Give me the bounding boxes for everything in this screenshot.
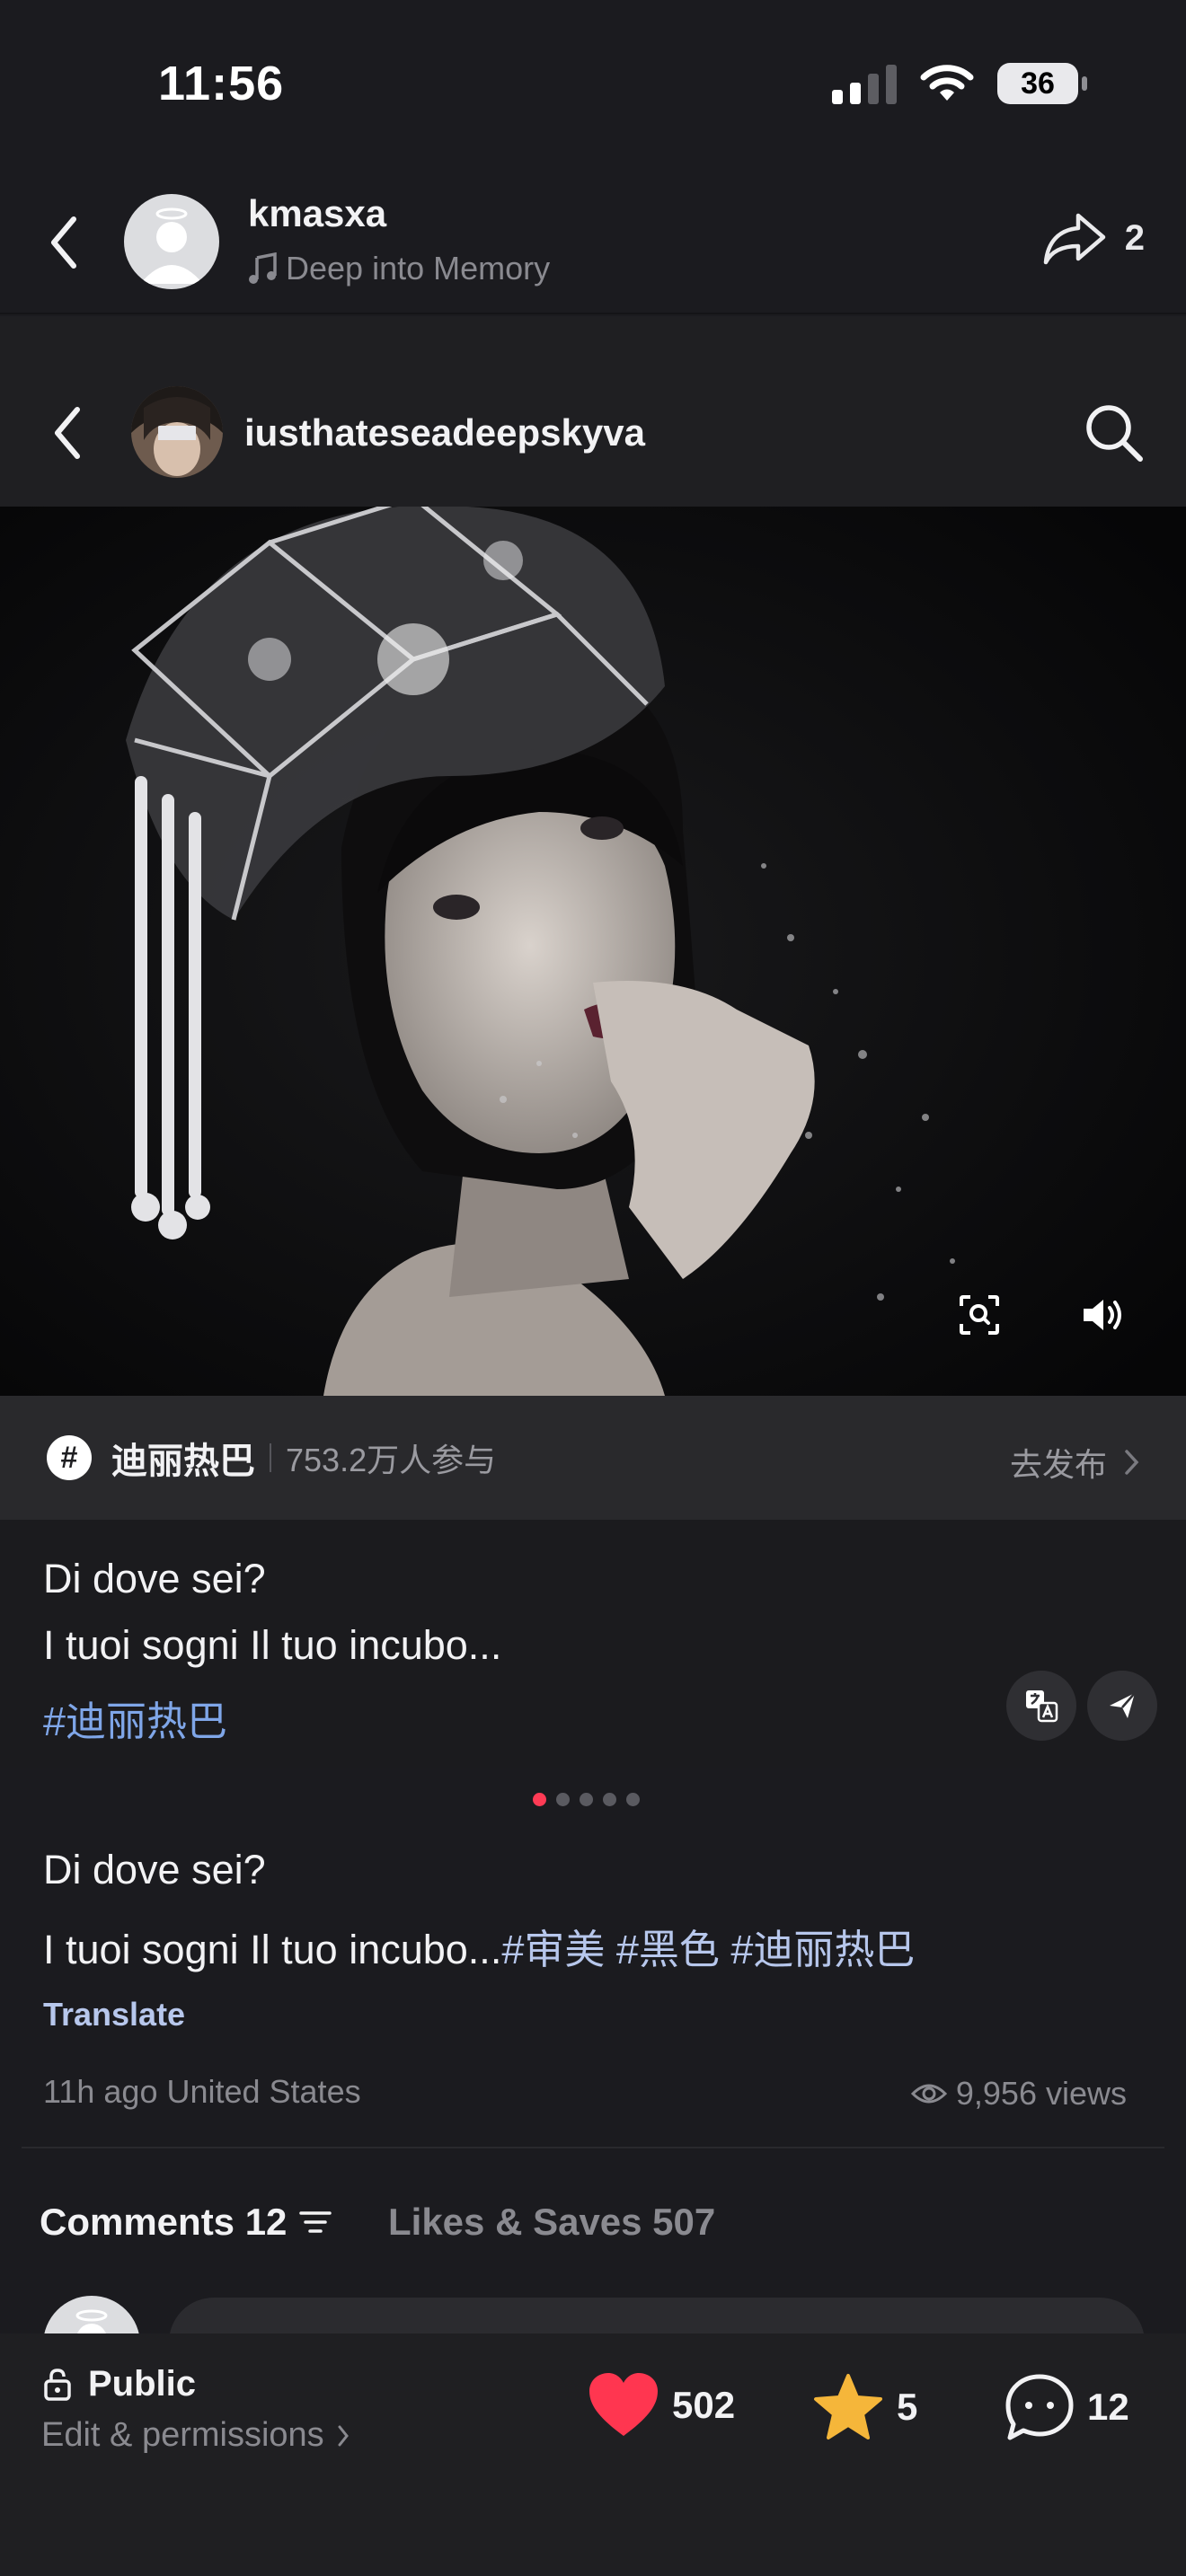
send-icon — [1110, 1692, 1136, 1718]
carousel-dot[interactable] — [580, 1793, 593, 1806]
topic-bar[interactable]: # 迪丽热巴 753.2万人参与 去发布 — [0, 1396, 1186, 1520]
tab-comments[interactable]: Comments 12 — [40, 2201, 333, 2244]
chevron-left-icon — [55, 407, 80, 459]
comment-button[interactable]: 12 — [1005, 2373, 1129, 2441]
comment-bubble-icon — [1005, 2374, 1074, 2440]
description-text: I tuoi sogni Il tuo incubo... — [43, 1927, 502, 1972]
description-line-1: Di dove sei? — [43, 1847, 266, 1892]
translate-link[interactable]: Translate — [43, 1996, 185, 2033]
share-button[interactable]: 2 — [1042, 210, 1145, 266]
privacy-status[interactable]: Public — [43, 2364, 196, 2404]
share-count: 2 — [1124, 217, 1145, 258]
send-button[interactable] — [1087, 1671, 1157, 1741]
sound-button[interactable] — [1075, 1286, 1132, 1344]
like-button[interactable]: 502 — [588, 2373, 735, 2438]
caption-line-1: Di dove sei? — [43, 1556, 266, 1601]
chevron-right-icon — [1125, 1450, 1139, 1475]
divider — [22, 2147, 1164, 2148]
image-search-button[interactable] — [951, 1286, 1008, 1344]
search-icon — [1086, 405, 1143, 462]
music-title: Deep into Memory — [286, 250, 551, 287]
topic-action-label: 去发布 — [1009, 1446, 1107, 1483]
post-back-button[interactable] — [41, 397, 95, 469]
privacy-label: Public — [88, 2364, 197, 2404]
cellular-signal-icon — [832, 63, 897, 104]
views-label: 9,956 views — [955, 2075, 1127, 2112]
share-arrow-icon — [1043, 213, 1105, 265]
search-button[interactable] — [1084, 402, 1145, 468]
status-time: 11:56 — [158, 57, 285, 110]
translate-icon — [1026, 1690, 1058, 1723]
description-hashtags[interactable]: #审美 #黑色 #迪丽热巴 — [501, 1927, 915, 1972]
like-count: 502 — [672, 2384, 736, 2426]
post-time-location: 11h ago United States — [43, 2073, 361, 2110]
favorite-count: 5 — [897, 2386, 918, 2428]
post-image[interactable] — [0, 507, 1186, 1396]
caption-hashtag[interactable]: #迪丽热巴 — [43, 1689, 227, 1747]
hashtag-icon: # — [47, 1435, 92, 1480]
scan-search-icon — [960, 1295, 999, 1335]
status-bar: 11:56 36 — [0, 0, 1186, 171]
music-note-icon — [249, 252, 277, 284]
post-header: iusthateseadeepskyva — [0, 316, 1186, 507]
star-icon — [814, 2374, 882, 2439]
author-avatar-image — [131, 386, 223, 478]
wifi-icon — [920, 65, 974, 101]
author-username[interactable]: iusthateseadeepskyva — [244, 411, 645, 454]
carousel-indicator[interactable] — [533, 1793, 640, 1806]
edit-permissions-link[interactable]: Edit & permissions — [41, 2416, 350, 2455]
carousel-dot[interactable] — [556, 1793, 570, 1806]
chevron-right-icon — [338, 2425, 349, 2446]
sort-filter-icon[interactable] — [297, 2209, 333, 2236]
author-avatar[interactable] — [131, 386, 223, 478]
eye-icon — [910, 2084, 947, 2104]
carousel-dot[interactable] — [603, 1793, 616, 1806]
portrait-photo — [0, 507, 1186, 1396]
heart-icon — [589, 2373, 658, 2436]
status-icons: 36 — [832, 63, 1087, 104]
caption-box: Di dove sei? I tuoi sogni Il tuo incubo.… — [0, 1520, 1186, 1768]
comment-count: 12 — [1087, 2386, 1129, 2428]
header-username[interactable]: kmasxa — [248, 192, 386, 235]
translate-button[interactable] — [1006, 1671, 1076, 1741]
tab-comments-label: Comments 12 — [40, 2201, 288, 2243]
edit-permissions-label: Edit & permissions — [41, 2416, 324, 2454]
back-button[interactable] — [38, 207, 92, 278]
chevron-left-icon — [51, 216, 76, 269]
carousel-dot[interactable] — [626, 1793, 640, 1806]
tab-likes-saves[interactable]: Likes & Saves 507 — [388, 2201, 715, 2244]
topic-participants: 753.2万人参与 — [286, 1442, 497, 1478]
topic-name: 迪丽热巴 — [111, 1442, 255, 1481]
music-label[interactable]: Deep into Memory — [248, 250, 550, 287]
bottom-action-bar: Public Edit & permissions 502 5 12 — [0, 2333, 1186, 2576]
speaker-icon — [1084, 1300, 1121, 1330]
lock-open-icon — [44, 2368, 71, 2401]
topic-post-button[interactable]: 去发布 — [1010, 1439, 1139, 1486]
default-avatar-icon — [140, 207, 203, 284]
battery-indicator: 36 — [997, 63, 1087, 104]
view-count: 9,956 views — [910, 2075, 1127, 2113]
avatar[interactable] — [124, 194, 219, 289]
caption-line-2: I tuoi sogni Il tuo incubo... — [43, 1622, 502, 1668]
top-header: kmasxa Deep into Memory 2 — [0, 171, 1186, 314]
carousel-dot-active[interactable] — [533, 1793, 546, 1806]
topic-separator — [270, 1443, 271, 1472]
favorite-button[interactable]: 5 — [812, 2373, 917, 2441]
description-line-2: I tuoi sogni Il tuo incubo...#审美 #黑色 #迪丽… — [43, 1917, 915, 1975]
